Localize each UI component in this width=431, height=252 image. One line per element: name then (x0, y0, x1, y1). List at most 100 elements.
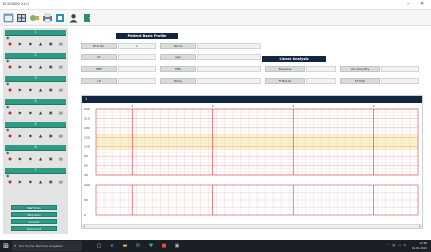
disconnect-button[interactable]: Disconnect (11, 226, 57, 231)
print-icon[interactable] (42, 13, 53, 23)
ctg-chart[interactable]: 240 210 180 150 120 90 60 30 1 2 3 4 100 50 0 (82, 103, 422, 225)
print-icon[interactable]: ▤ (58, 110, 64, 115)
st-field[interactable] (381, 78, 419, 84)
play-icon[interactable]: ▶ (17, 64, 23, 69)
record-icon[interactable]: ● (7, 133, 13, 138)
variability-field[interactable] (381, 66, 419, 72)
settings-icon[interactable]: ▣ (48, 179, 54, 184)
mark-icon[interactable]: ◆ (27, 156, 33, 161)
name-label: Name (160, 43, 196, 49)
alarm-icon[interactable]: ▲ (38, 41, 44, 46)
taskbar-clock[interactable]: 12:00 01.01.2021 (412, 241, 427, 251)
connect-device-icon[interactable] (29, 13, 40, 23)
parity-field[interactable] (197, 78, 261, 84)
device-header[interactable]: 5 (5, 122, 66, 128)
device-header[interactable]: 4 (5, 99, 66, 105)
connect-button[interactable]: Connect (11, 219, 57, 224)
system-tray-icons[interactable]: ^ ▤ ◁ ⊕ (387, 243, 407, 247)
ebp-field[interactable] (118, 66, 156, 72)
baseline-field[interactable] (306, 66, 336, 72)
play-icon[interactable]: ▶ (17, 179, 23, 184)
alarm-icon[interactable]: ▲ (38, 133, 44, 138)
id-field[interactable] (118, 54, 156, 60)
play-icon[interactable]: ▶ (17, 87, 23, 92)
print-icon[interactable]: ▤ (58, 87, 64, 92)
ebs-field[interactable] (197, 66, 261, 72)
fhr-field[interactable] (306, 78, 336, 84)
record-icon[interactable]: ● (7, 156, 13, 161)
play-icon[interactable]: ▶ (17, 110, 23, 115)
exit-icon[interactable] (82, 13, 93, 23)
office-icon[interactable]: ■ (160, 242, 168, 250)
device-controls: ● ▶ ◆ ▲ ▣ ▤ (5, 155, 66, 161)
device-panel-5[interactable]: 5 ◉ ● ▶ ◆ ▲ ▣ ▤ (5, 122, 66, 140)
task-view-icon[interactable]: ▢ (95, 242, 103, 250)
device-controls: ● ▶ ◆ ▲ ▣ ▤ (5, 132, 66, 138)
device-header[interactable]: 6 (5, 145, 66, 151)
ecg-app-icon[interactable]: ♥ (147, 242, 155, 250)
explorer-icon[interactable]: ▬ (121, 242, 129, 250)
export-icon[interactable] (55, 13, 66, 23)
record-icon[interactable]: ● (7, 87, 13, 92)
mark-icon[interactable]: ◆ (27, 41, 33, 46)
record-icon[interactable]: ● (7, 64, 13, 69)
edge-icon[interactable]: e (108, 242, 116, 250)
print-icon[interactable]: ▤ (58, 133, 64, 138)
record-icon[interactable]: ● (7, 41, 13, 46)
stop-scan-button[interactable]: Stop Scan (11, 212, 57, 217)
open-file-icon[interactable] (3, 13, 14, 23)
minute-label: 4 (373, 104, 375, 108)
print-icon[interactable]: ▤ (58, 156, 64, 161)
device-header[interactable]: 7 (5, 168, 66, 174)
settings-icon[interactable]: ▣ (48, 41, 54, 46)
scroll-right-icon[interactable]: ▸ (418, 225, 422, 228)
alarm-icon[interactable]: ▲ (38, 156, 44, 161)
record-icon[interactable]: ● (7, 110, 13, 115)
settings-icon[interactable]: ▣ (48, 133, 54, 138)
taskbar-search[interactable]: ⌕ Zur Suche Text hier eingeben (12, 241, 82, 251)
mark-icon[interactable]: ◆ (27, 110, 33, 115)
windows-start-icon[interactable]: ⊞ (2, 242, 10, 250)
settings-icon[interactable]: ▣ (48, 110, 54, 115)
mail-icon[interactable]: ✉ (134, 242, 142, 250)
play-icon[interactable]: ▶ (17, 41, 23, 46)
device-panel-7[interactable]: 7 ◉ ● ▶ ◆ ▲ ▣ ▤ (5, 168, 66, 186)
device-header[interactable]: 2 (5, 53, 66, 59)
lh-field[interactable] (118, 78, 156, 84)
device-header[interactable]: 1 (5, 30, 66, 36)
play-icon[interactable]: ▶ (17, 133, 23, 138)
mark-icon[interactable]: ◆ (27, 179, 33, 184)
print-icon[interactable]: ▤ (58, 64, 64, 69)
mark-icon[interactable]: ◆ (27, 87, 33, 92)
print-icon[interactable]: ▤ (58, 179, 64, 184)
mark-icon[interactable]: ◆ (27, 133, 33, 138)
device-header[interactable]: 3 (5, 76, 66, 82)
device-panel-6[interactable]: 6 ◉ ● ▶ ◆ ▲ ▣ ▤ (5, 145, 66, 163)
device-panel-1[interactable]: 1 ◉ ● ▶ ◆ ▲ ▣ ▤ (5, 30, 66, 48)
close-button[interactable]: ✕ (420, 1, 424, 7)
grid-view-icon[interactable] (16, 13, 27, 23)
print-icon[interactable]: ▤ (58, 41, 64, 46)
device-panel-3[interactable]: 3 ◉ ● ▶ ◆ ▲ ▣ ▤ (5, 76, 66, 94)
settings-icon[interactable]: ▣ (48, 64, 54, 69)
minimize-button[interactable]: – (407, 1, 410, 7)
alarm-icon[interactable]: ▲ (38, 110, 44, 115)
settings-icon[interactable]: ▣ (48, 156, 54, 161)
alarm-icon[interactable]: ▲ (38, 87, 44, 92)
device-panel-2[interactable]: 2 ◉ ● ▶ ◆ ▲ ▣ ▤ (5, 53, 66, 71)
alarm-icon[interactable]: ▲ (38, 64, 44, 69)
mark-icon[interactable]: ◆ (27, 64, 33, 69)
start-scan-button[interactable]: Start Scan (11, 205, 57, 210)
name-field[interactable] (197, 43, 261, 49)
device-panel-4[interactable]: 4 ◉ ● ▶ ◆ ▲ ▣ ▤ (5, 99, 66, 117)
scroll-left-icon[interactable]: ◂ (82, 225, 86, 228)
horizontal-scrollbar[interactable]: ◂ ▸ (82, 224, 422, 228)
alarm-icon[interactable]: ▲ (38, 179, 44, 184)
age-field[interactable] (197, 54, 261, 60)
play-icon[interactable]: ▶ (17, 156, 23, 161)
user-icon[interactable] (68, 13, 79, 23)
record-icon[interactable]: ● (7, 179, 13, 184)
ecg-no-field[interactable]: 1 (118, 43, 156, 49)
pinned-app-icon[interactable]: ▣ (173, 242, 181, 250)
settings-icon[interactable]: ▣ (48, 87, 54, 92)
